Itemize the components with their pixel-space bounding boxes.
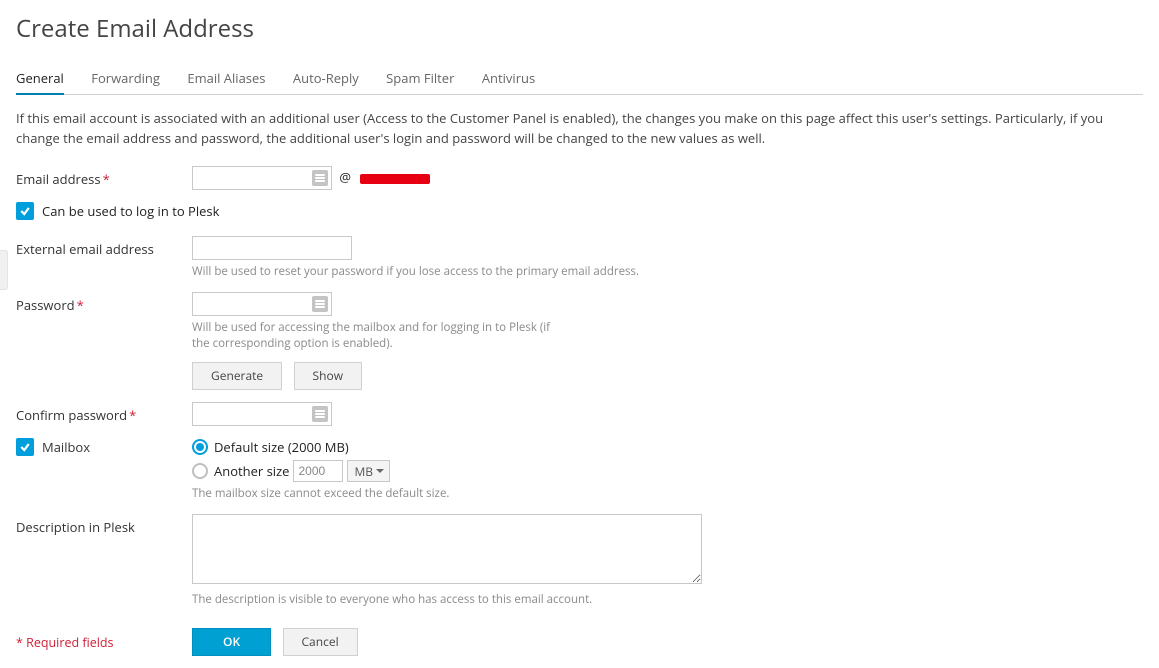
external-email-input[interactable] — [192, 236, 352, 260]
login-checkbox-label: Can be used to log in to Plesk — [42, 202, 219, 220]
mailbox-default-radio[interactable] — [192, 439, 208, 455]
page-title: Create Email Address — [16, 12, 1143, 45]
mailbox-hint: The mailbox size cannot exceed the defau… — [192, 486, 732, 502]
email-suggest-icon[interactable] — [312, 170, 328, 186]
mailbox-default-label: Default size (2000 MB) — [214, 438, 349, 456]
email-at: @ — [339, 168, 351, 186]
tab-auto-reply[interactable]: Auto-Reply — [293, 63, 359, 93]
confirm-meter-icon[interactable] — [312, 406, 328, 422]
password-meter-icon[interactable] — [312, 296, 328, 312]
external-email-hint: Will be used to reset your password if y… — [192, 264, 732, 280]
left-collapse-handle[interactable] — [0, 250, 8, 290]
mailbox-size-input[interactable] — [293, 460, 343, 482]
password-input[interactable] — [192, 292, 332, 316]
tab-email-aliases[interactable]: Email Aliases — [187, 63, 265, 93]
mailbox-checkbox[interactable] — [16, 438, 34, 456]
email-domain-redacted — [360, 174, 430, 184]
login-checkbox[interactable] — [16, 202, 34, 220]
tab-forwarding[interactable]: Forwarding — [91, 63, 160, 93]
password-label: Password* — [16, 292, 192, 314]
intro-text: If this email account is associated with… — [16, 109, 1143, 148]
email-local-input[interactable] — [192, 166, 332, 190]
cancel-button[interactable]: Cancel — [283, 628, 358, 656]
tab-general[interactable]: General — [16, 63, 64, 95]
required-legend: * Required fields — [16, 634, 192, 651]
description-label: Description in Plesk — [16, 514, 192, 536]
mailbox-label: Mailbox — [42, 438, 90, 456]
mailbox-another-label: Another size — [214, 462, 289, 480]
email-label: Email address* — [16, 166, 192, 188]
external-email-label: External email address — [16, 236, 192, 258]
tab-antivirus[interactable]: Antivirus — [482, 63, 535, 93]
description-hint: The description is visible to everyone w… — [192, 592, 732, 608]
confirm-label: Confirm password* — [16, 402, 192, 424]
tab-bar: General Forwarding Email Aliases Auto-Re… — [16, 63, 1143, 95]
confirm-input[interactable] — [192, 402, 332, 426]
ok-button[interactable]: OK — [192, 628, 271, 656]
password-hint: Will be used for accessing the mailbox a… — [192, 320, 562, 352]
description-textarea[interactable] — [192, 514, 702, 584]
mailbox-unit-select[interactable]: MB — [347, 460, 390, 482]
tab-spam-filter[interactable]: Spam Filter — [386, 63, 454, 93]
generate-button[interactable]: Generate — [192, 362, 282, 390]
mailbox-another-radio[interactable] — [192, 463, 208, 479]
show-button[interactable]: Show — [294, 362, 362, 390]
